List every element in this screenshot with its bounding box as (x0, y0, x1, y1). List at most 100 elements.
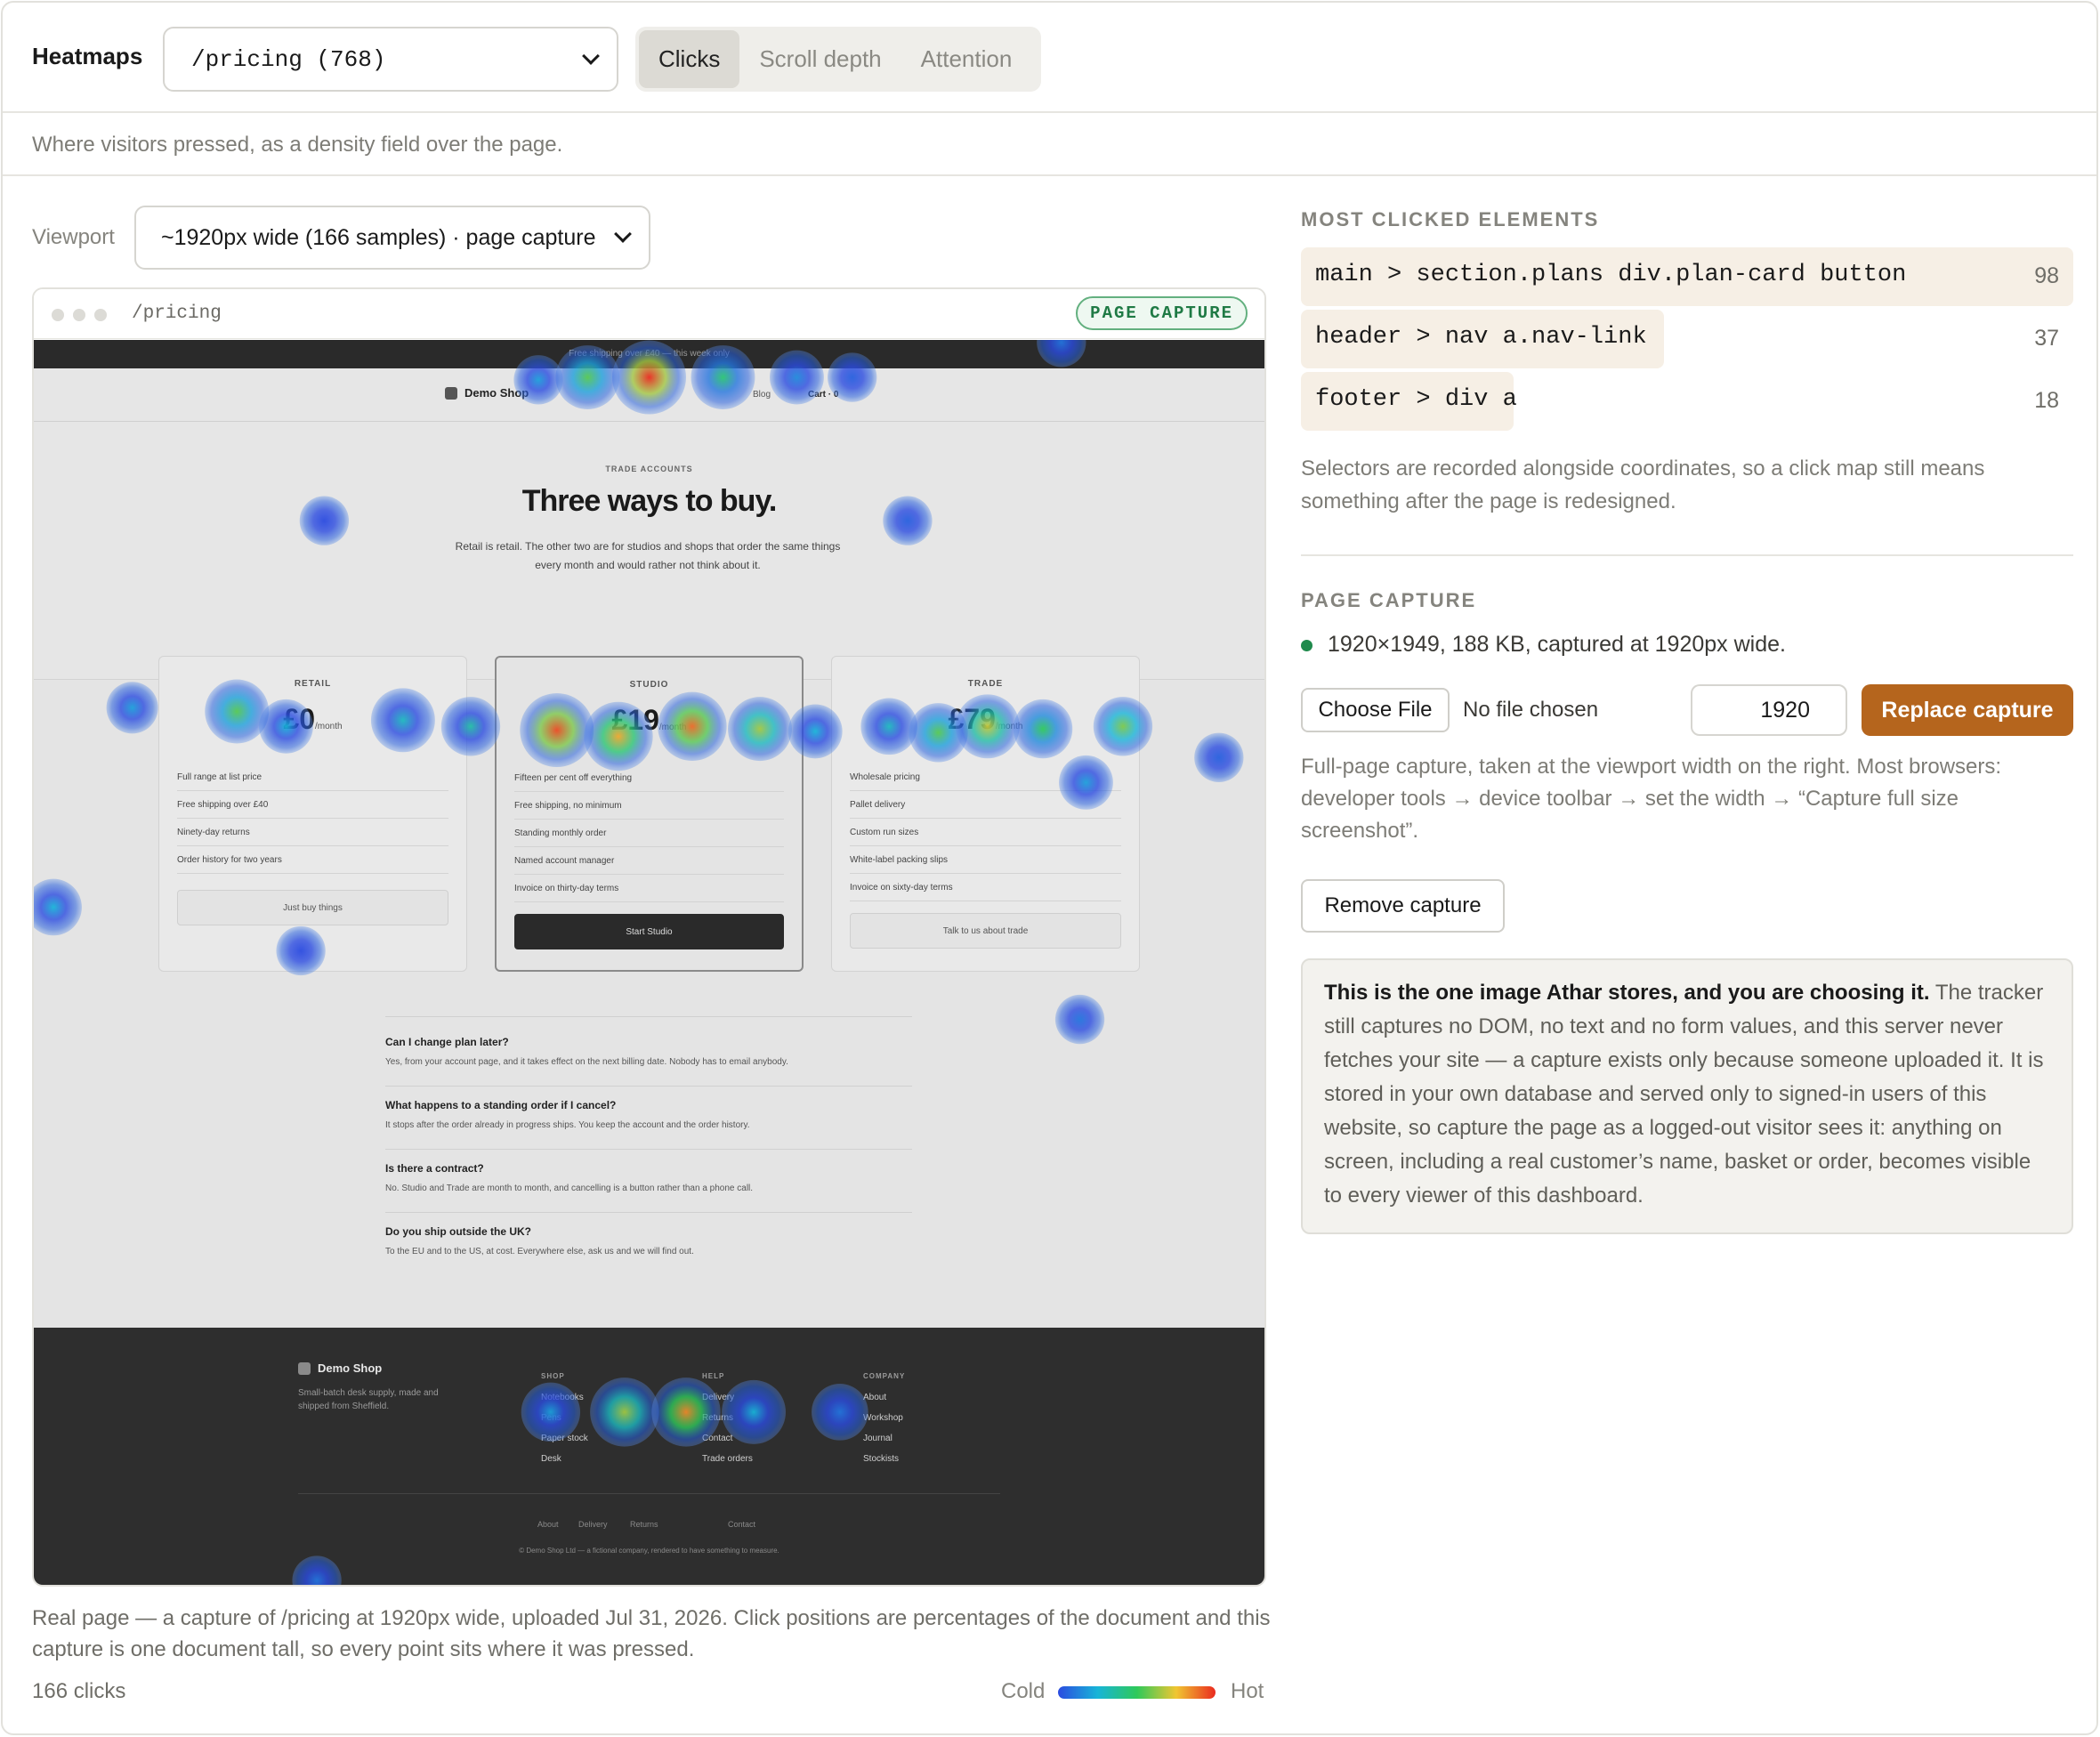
footer-link: Stockists (863, 1454, 900, 1464)
footer-logo: Demo Shop (298, 1361, 382, 1375)
warning-body: The tracker still captures no DOM, no te… (1324, 981, 2044, 1208)
most-clicked-row[interactable]: header > nav a.nav-link 37 (1301, 310, 2073, 368)
page-capture-image: Free shipping over £40 — this week only … (34, 340, 1264, 1585)
legend-hot-label: Hot (1231, 1679, 1264, 1703)
tab-scroll-depth[interactable]: Scroll depth (739, 30, 901, 88)
plan-price-unit: /month (995, 722, 1023, 731)
footer-link: Notebooks (541, 1393, 584, 1402)
plan-price: £19/month (497, 704, 802, 737)
tab-clicks[interactable]: Clicks (639, 30, 740, 88)
footer-column: SHOP Notebooks Pens Paper stock Desk (541, 1372, 588, 1474)
footer-column: HELP Delivery Returns Contact Trade orde… (702, 1372, 753, 1474)
plan-price: £0/month (159, 703, 466, 736)
plan-feature: Custom run sizes (850, 819, 1121, 846)
mode-description: Where visitors pressed, as a density fie… (32, 133, 563, 157)
plan-price-value: £0 (283, 703, 315, 735)
plan-features: Full range at list price Free shipping o… (177, 763, 448, 874)
capture-eyebrow: TRADE ACCOUNTS (605, 465, 693, 473)
capture-nav-link: Blog (753, 390, 771, 400)
capture-help: Full-page capture, taken at the viewport… (1301, 755, 2002, 843)
plan-name: STUDIO (629, 680, 669, 690)
viewport-select[interactable]: ~1920px wide (166 samples) · page captur… (134, 206, 650, 270)
footer-heading: SHOP (541, 1372, 565, 1380)
plan-feature: Free shipping over £40 (177, 791, 448, 819)
viewport-select-value: ~1920px wide (166 samples) · page captur… (161, 224, 596, 250)
faq-divider (385, 1149, 912, 1150)
click-density-blob (1054, 994, 1105, 1045)
footer-link: Pens (541, 1413, 561, 1423)
toolbar: Heatmaps /pricing (768) Clicks Scroll de… (3, 3, 2096, 113)
file-status: No file chosen (1463, 698, 1599, 722)
faq-divider (385, 1016, 912, 1017)
choose-file-button[interactable]: Choose File (1301, 688, 1450, 732)
faq-question: Is there a contract? (385, 1162, 484, 1175)
logo-icon (445, 386, 457, 400)
heatmaps-panel: Heatmaps /pricing (768) Clicks Scroll de… (1, 1, 2098, 1735)
element-count: 37 (2034, 326, 2059, 351)
plan-feature: Standing monthly order (514, 820, 784, 847)
footer-link: Delivery (702, 1393, 735, 1402)
page-capture-heading: PAGE CAPTURE (1301, 589, 1477, 611)
page-select[interactable]: /pricing (768) (163, 27, 618, 92)
selectors-note: Selectors are recorded alongside coordin… (1301, 456, 1985, 513)
capture-width-input[interactable]: 1920 (1691, 684, 1847, 736)
logo-icon (298, 1361, 311, 1375)
capture-promo-text: Free shipping over £40 — this week only (569, 349, 730, 359)
plan-feature: Invoice on sixty-day terms (850, 874, 1121, 901)
capture-plan-card: RETAIL £0/month Full range at list price… (158, 656, 467, 972)
window-dot-icon (52, 309, 64, 321)
footer-link: Workshop (863, 1413, 903, 1423)
click-density-blob (106, 682, 158, 734)
footer-bottom-link: Delivery (578, 1520, 608, 1529)
plan-feature: Full range at list price (177, 763, 448, 791)
divider (1301, 554, 2073, 556)
most-clicked-row[interactable]: main > section.plans div.plan-card butto… (1301, 247, 2073, 306)
footer-bottom-link: Returns (630, 1520, 658, 1529)
most-clicked-row[interactable]: footer > div a 18 (1301, 372, 2073, 431)
page-select-value: /pricing (768) (191, 45, 386, 73)
footer-heading: COMPANY (863, 1372, 906, 1380)
footer-link: Returns (702, 1413, 734, 1423)
plan-feature: Invoice on thirty-day terms (514, 875, 784, 902)
window-dot-icon (94, 309, 107, 321)
faq-answer: To the EU and to the US, at cost. Everyw… (385, 1247, 694, 1256)
plan-price: £79/month (832, 703, 1139, 736)
capture-lede: Retail is retail. The other two are for … (455, 540, 841, 571)
capture-nav-cart: Cart · 0 (808, 390, 839, 400)
plan-price-value: £19 (611, 704, 659, 736)
footer-column: COMPANY About Workshop Journal Stockists (863, 1372, 905, 1474)
plan-features: Wholesale pricing Pallet delivery Custom… (850, 763, 1121, 901)
faq-answer: It stops after the order already in prog… (385, 1120, 750, 1130)
tab-attention[interactable]: Attention (901, 30, 1032, 88)
footer-link: Trade orders (702, 1454, 753, 1464)
browser-chrome: /pricing PAGE CAPTURE (34, 289, 1264, 339)
replace-capture-button[interactable]: Replace capture (1862, 684, 2073, 736)
faq-divider (385, 1086, 912, 1087)
plan-feature: Ninety-day returns (177, 819, 448, 846)
element-selector: header > nav a.nav-link (1315, 324, 1647, 351)
plan-feature: Pallet delivery (850, 791, 1121, 819)
privacy-warning: This is the one image Athar stores, and … (1301, 958, 2073, 1234)
plan-feature: Fifteen per cent off everything (514, 764, 784, 792)
chevron-down-icon (582, 46, 600, 65)
capture-nav: Demo Shop Blog Cart · 0 (34, 368, 1264, 422)
footer-logo-text: Demo Shop (318, 1361, 383, 1375)
faq-answer: No. Studio and Trade are month to month,… (385, 1184, 754, 1193)
faq-question: Do you ship outside the UK? (385, 1225, 531, 1238)
capture-logo-text: Demo Shop (464, 386, 529, 400)
click-density-blob (34, 878, 82, 936)
footer-heading: HELP (702, 1372, 725, 1380)
faq-item: Is there a contract? No. Studio and Trad… (385, 1162, 912, 1193)
plan-price-unit: /month (315, 722, 343, 731)
faq-item: Do you ship outside the UK? To the EU an… (385, 1225, 912, 1256)
chevron-down-icon (614, 225, 632, 243)
capture-note: Real page — a capture of /pricing at 192… (32, 1606, 1271, 1661)
status-dot-icon (1301, 640, 1312, 651)
capture-plan-card: STUDIO £19/month Fifteen per cent off ev… (495, 656, 804, 972)
faq-item: Can I change plan later? Yes, from your … (385, 1036, 912, 1067)
preview-url: /pricing (132, 303, 222, 324)
footer-blurb: Small-batch desk supply, made and shippe… (298, 1388, 439, 1411)
faq-question: What happens to a standing order if I ca… (385, 1099, 617, 1111)
footer-link: Desk (541, 1454, 561, 1464)
remove-capture-button[interactable]: Remove capture (1301, 879, 1505, 933)
